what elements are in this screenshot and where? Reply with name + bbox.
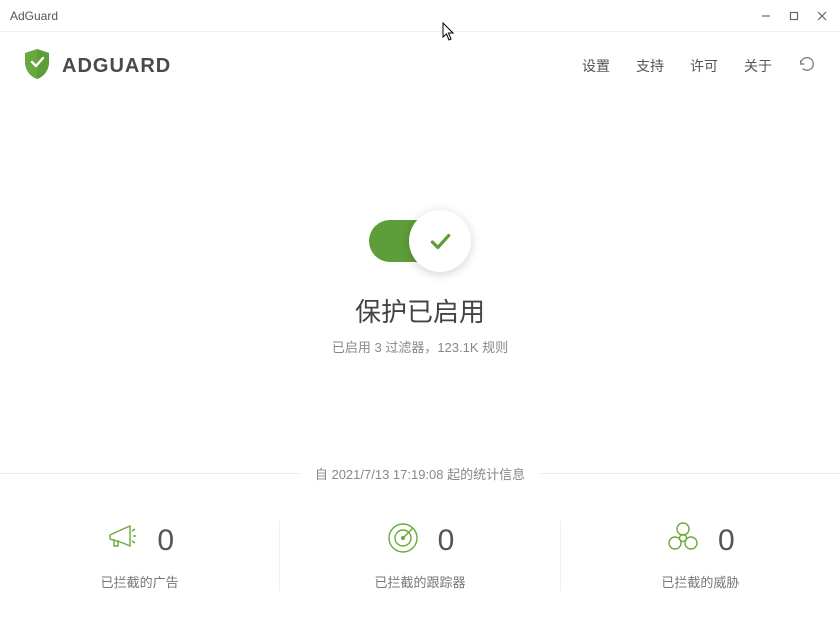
protection-toggle[interactable] xyxy=(369,212,471,270)
megaphone-icon xyxy=(105,521,139,560)
biohazard-icon xyxy=(666,521,700,560)
status-subtitle: 已启用 3 过滤器，123.1K 规则 xyxy=(332,337,508,356)
refresh-icon[interactable] xyxy=(798,55,816,78)
stats-since-label: 自 2021/7/13 17:19:08 起的统计信息 xyxy=(299,464,541,483)
logo: ADGUARD xyxy=(22,47,171,86)
maximize-button[interactable] xyxy=(780,2,808,30)
stat-label: 已拦截的威胁 xyxy=(661,572,739,591)
toggle-knob xyxy=(409,210,471,272)
stat-ads-blocked[interactable]: 0 已拦截的广告 xyxy=(0,521,280,591)
app-header: ADGUARD 设置 支持 许可 关于 xyxy=(0,32,840,100)
check-icon xyxy=(427,228,453,254)
radar-icon xyxy=(386,521,420,560)
nav-support[interactable]: 支持 xyxy=(636,56,664,76)
stat-value: 0 xyxy=(438,524,455,558)
logo-text: ADGUARD xyxy=(62,55,171,78)
nav-license[interactable]: 许可 xyxy=(690,56,718,76)
shield-logo-icon xyxy=(22,47,52,86)
stat-value: 0 xyxy=(718,524,735,558)
stat-trackers-blocked[interactable]: 0 已拦截的跟踪器 xyxy=(280,521,560,591)
status-title: 保护已启用 xyxy=(355,292,485,329)
stat-label: 已拦截的广告 xyxy=(101,572,179,591)
window-title: AdGuard xyxy=(10,9,58,23)
stat-value: 0 xyxy=(157,524,174,558)
stat-label: 已拦截的跟踪器 xyxy=(374,572,465,591)
nav-about[interactable]: 关于 xyxy=(744,56,772,76)
minimize-button[interactable] xyxy=(752,2,780,30)
close-button[interactable] xyxy=(808,2,836,30)
stats-row: 0 已拦截的广告 0 已拦截的跟踪器 xyxy=(0,521,840,591)
nav-settings[interactable]: 设置 xyxy=(582,56,610,76)
titlebar: AdGuard xyxy=(0,0,840,32)
header-nav: 设置 支持 许可 关于 xyxy=(582,55,816,78)
stat-threats-blocked[interactable]: 0 已拦截的威胁 xyxy=(561,521,840,591)
stats-since-row: 自 2021/7/13 17:19:08 起的统计信息 xyxy=(0,464,840,483)
main-pane: 保护已启用 已启用 3 过滤器，123.1K 规则 自 2021/7/13 17… xyxy=(0,100,840,591)
